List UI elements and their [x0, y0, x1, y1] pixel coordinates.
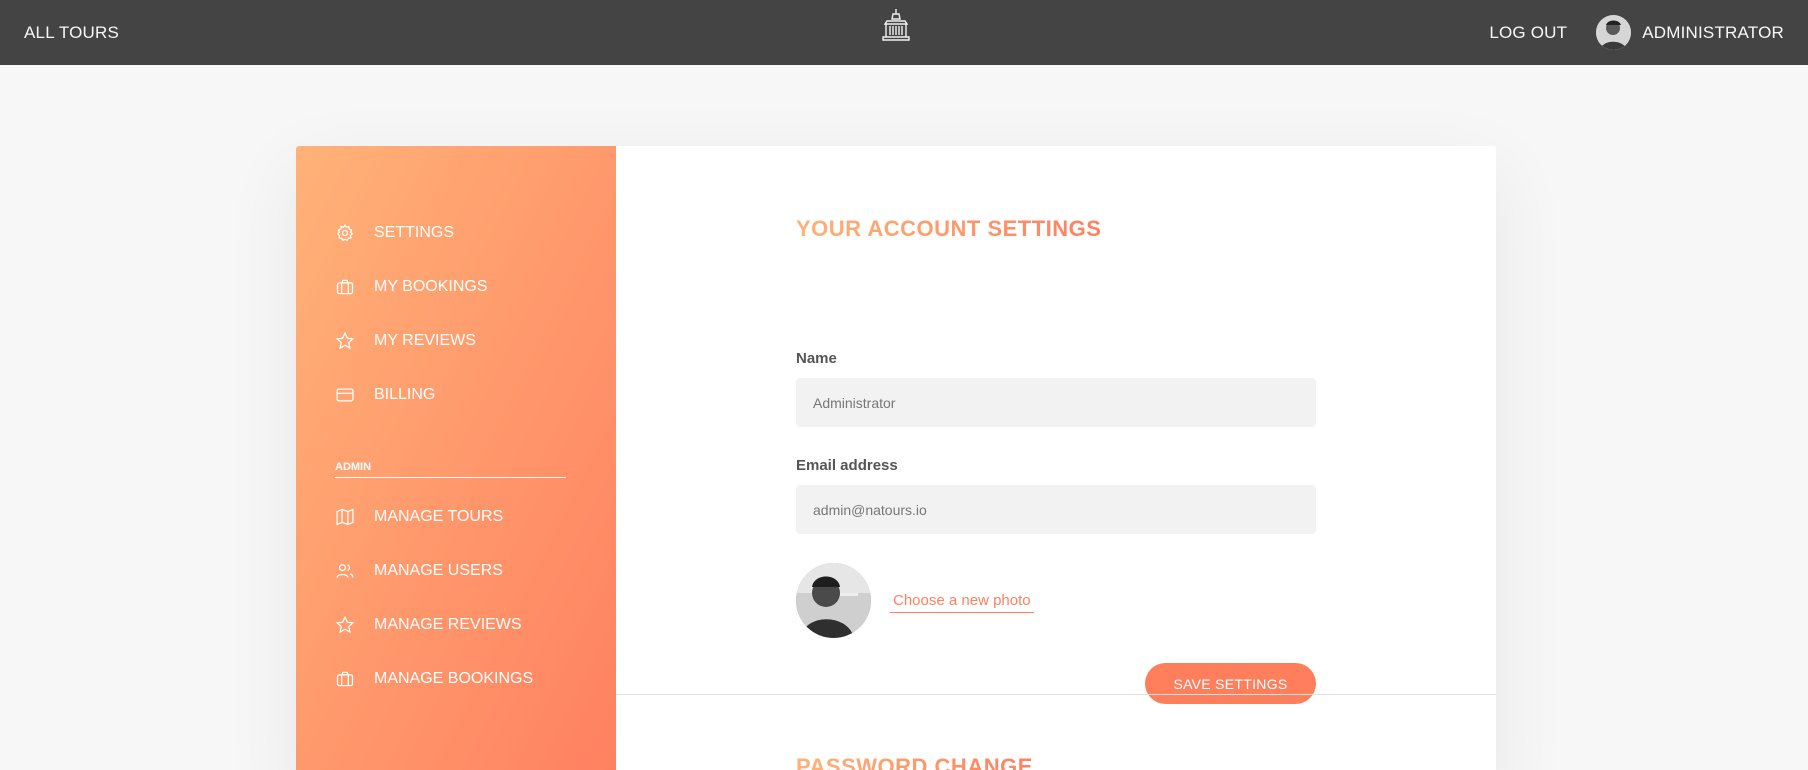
- choose-photo-link[interactable]: Choose a new photo: [890, 589, 1034, 613]
- sidebar-item-my-bookings[interactable]: My bookings: [296, 260, 616, 314]
- sidebar-item-label: My bookings: [374, 278, 488, 295]
- sidebar-item-manage-reviews[interactable]: Manage reviews: [296, 598, 616, 652]
- photo-upload-row: Choose a new photo: [796, 563, 1034, 638]
- password-section-title: Password change: [796, 754, 1033, 770]
- user-menu[interactable]: Administrator: [1596, 15, 1784, 50]
- name-group: Name: [796, 350, 1316, 427]
- gear-icon: [336, 223, 354, 242]
- sidebar-item-manage-users[interactable]: Manage users: [296, 544, 616, 598]
- sidebar-item-my-reviews[interactable]: My reviews: [296, 314, 616, 368]
- sidebar-item-label: Billing: [374, 386, 436, 403]
- sidebar-item-label: Manage tours: [374, 508, 504, 525]
- sidebar-item-label: Manage users: [374, 562, 503, 579]
- name-label: Name: [796, 350, 837, 367]
- name-input[interactable]: [796, 378, 1316, 427]
- sidebar-item-billing[interactable]: Billing: [296, 368, 616, 422]
- sidebar-item-manage-bookings[interactable]: Manage bookings: [296, 652, 616, 706]
- top-nav: All tours Log out A: [0, 0, 1808, 65]
- admin-heading: Admin: [335, 461, 566, 478]
- temple-logo-icon[interactable]: [878, 7, 914, 43]
- settings-main: Your account settings Name Email address: [616, 146, 1496, 770]
- account-settings-form: Your account settings Name Email address: [796, 216, 1316, 704]
- user-name[interactable]: Administrator: [1642, 23, 1784, 43]
- sidebar-item-settings[interactable]: Settings: [296, 206, 616, 260]
- page-title: Your account settings: [796, 216, 1102, 241]
- credit-card-icon: [336, 388, 354, 402]
- sidebar-item-manage-tours[interactable]: Manage tours: [296, 490, 616, 544]
- save-settings-button[interactable]: Save settings: [1145, 663, 1316, 704]
- map-icon: [336, 508, 354, 526]
- sidebar-item-label: Manage bookings: [374, 670, 534, 687]
- briefcase-icon: [336, 671, 354, 687]
- users-icon: [336, 564, 354, 578]
- account-card: Settings My bookings My reviews Billing: [296, 146, 1496, 770]
- star-icon: [335, 331, 355, 350]
- sidebar-item-label: Settings: [374, 224, 455, 241]
- user-photo: [796, 563, 871, 638]
- email-input[interactable]: [796, 485, 1316, 534]
- user-sidebar: Settings My bookings My reviews Billing: [296, 146, 616, 770]
- section-divider: [616, 694, 1496, 695]
- avatar: [1596, 15, 1632, 50]
- sidebar-item-label: Manage reviews: [374, 616, 522, 633]
- logout-link[interactable]: Log out: [1489, 23, 1567, 43]
- all-tours-link[interactable]: All tours: [24, 23, 119, 43]
- email-label: Email address: [796, 457, 898, 474]
- email-group: Email address: [796, 457, 1316, 534]
- nav-left: All tours: [24, 23, 1489, 43]
- sidebar-item-label: My reviews: [374, 332, 476, 349]
- nav-right: Log out Administrator: [1489, 15, 1784, 50]
- briefcase-icon: [336, 279, 354, 295]
- star-icon: [335, 615, 355, 634]
- admin-nav: Admin Manage tours Manage users: [296, 461, 616, 706]
